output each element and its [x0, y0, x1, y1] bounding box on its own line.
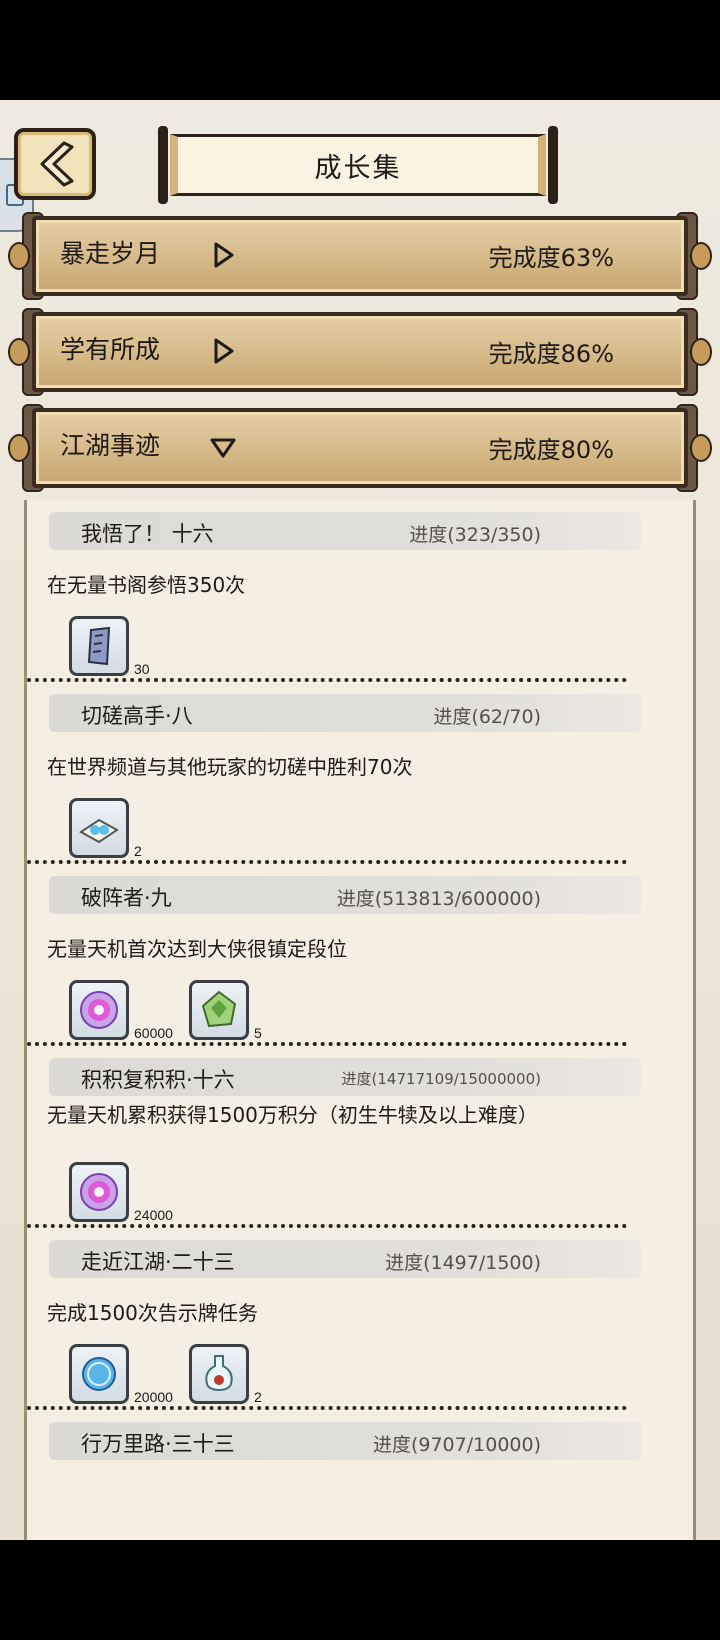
achievement-description: 完成1500次告示牌任务 [47, 1301, 258, 1325]
achievement-item: 我悟了！ 十六 进度(323/350) 在无量书阁参悟350次 30 [27, 500, 693, 682]
achievement-item: 切磋高手·八 进度(62/70) 在世界频道与其他玩家的切磋中胜利70次 2 [27, 682, 693, 864]
jade-pearl-cloth-icon [79, 818, 119, 844]
achievement-description: 在世界频道与其他玩家的切磋中胜利70次 [47, 755, 413, 779]
reward-count: 20000 [134, 1389, 173, 1405]
achievement-header: 行万里路·三十三 进度(9707/10000) [49, 1422, 641, 1460]
navigation-bar [0, 1540, 720, 1640]
back-arrow-icon [40, 141, 74, 187]
reward-count: 2 [254, 1389, 262, 1405]
category-banner[interactable]: 暴走岁月 完成度63% [8, 212, 712, 300]
reward-count: 5 [254, 1025, 262, 1041]
achievement-header: 破阵者·九 进度(513813/600000) [49, 876, 641, 914]
scroll-fragment-icon [87, 626, 111, 666]
achievement-progress: 进度(9707/10000) [372, 1434, 541, 1456]
achievement-name: 走近江湖·二十三 [81, 1250, 235, 1274]
achievement-name: 我悟了！ 十六 [81, 522, 214, 546]
category-name: 暴走岁月 [60, 239, 161, 268]
category-name: 学有所成 [60, 335, 161, 364]
status-bar [0, 0, 720, 100]
achievement-item: 走近江湖·二十三 进度(1497/1500) 完成1500次告示牌任务 2000… [27, 1228, 693, 1410]
category-banner[interactable]: 江湖事迹 完成度80% [8, 404, 712, 492]
reward-item[interactable]: 30 [69, 616, 150, 677]
expand-arrow-icon[interactable] [208, 336, 238, 366]
green-crystal-icon [201, 990, 237, 1028]
reward-item[interactable]: 2 [189, 1344, 262, 1405]
back-button[interactable] [14, 128, 96, 200]
achievement-progress: 进度(14717109/15000000) [341, 1070, 541, 1088]
reward-item[interactable]: 5 [189, 980, 262, 1041]
achievement-header: 切磋高手·八 进度(62/70) [49, 694, 641, 732]
achievement-description: 无量天机首次达到大侠很镇定段位 [47, 937, 347, 961]
potion-bottle-icon [205, 1355, 233, 1391]
reward-item[interactable]: 2 [69, 798, 142, 859]
achievement-name: 积积复积积·十六 [81, 1068, 235, 1092]
collapse-arrow-icon[interactable] [208, 432, 238, 462]
reward-count: 2 [134, 843, 142, 859]
achievement-header: 我悟了！ 十六 进度(323/350) [49, 512, 641, 550]
achievement-header: 积积复积积·十六 进度(14717109/15000000) [49, 1058, 641, 1096]
blue-coin-icon [82, 1357, 116, 1391]
category-completion: 完成度86% [488, 340, 614, 368]
achievement-name: 行万里路·三十三 [81, 1432, 235, 1456]
reward-item[interactable]: 60000 [69, 980, 173, 1041]
category-banner[interactable]: 学有所成 完成度86% [8, 308, 712, 396]
expand-arrow-icon[interactable] [208, 240, 238, 270]
title-scroll: 成长集 [158, 126, 558, 204]
game-screen: 成长集 暴走岁月 完成度63% 学有所成 完成度86% 江湖事迹 完成度80% … [0, 100, 720, 1540]
achievement-progress: 进度(62/70) [433, 706, 541, 728]
reward-item[interactable]: 24000 [69, 1162, 173, 1223]
category-completion: 完成度80% [488, 436, 614, 464]
achievement-progress: 进度(323/350) [409, 524, 541, 546]
page-title: 成长集 [314, 152, 402, 184]
achievement-list[interactable]: 我悟了！ 十六 进度(323/350) 在无量书阁参悟350次 30 切磋高手·… [24, 500, 696, 1540]
reward-count: 60000 [134, 1025, 173, 1041]
reward-item[interactable]: 20000 [69, 1344, 173, 1405]
category-completion: 完成度63% [488, 244, 614, 272]
purple-orb-icon [80, 991, 118, 1029]
purple-orb-icon [80, 1173, 118, 1211]
achievement-progress: 进度(1497/1500) [385, 1252, 541, 1274]
achievement-item: 破阵者·九 进度(513813/600000) 无量天机首次达到大侠很镇定段位 … [27, 864, 693, 1046]
achievement-item: 行万里路·三十三 进度(9707/10000) [27, 1410, 693, 1540]
achievement-item: 积积复积积·十六 进度(14717109/15000000) 无量天机累积获得1… [27, 1046, 693, 1228]
achievement-name: 切磋高手·八 [81, 704, 193, 728]
achievement-header: 走近江湖·二十三 进度(1497/1500) [49, 1240, 641, 1278]
reward-count: 30 [134, 661, 150, 677]
achievement-description: 无量天机累积获得1500万积分（初生牛犊及以上难度） [47, 1103, 538, 1127]
achievement-description: 在无量书阁参悟350次 [47, 573, 246, 597]
achievement-progress: 进度(513813/600000) [336, 888, 541, 910]
reward-count: 24000 [134, 1207, 173, 1223]
category-name: 江湖事迹 [60, 431, 161, 460]
achievement-name: 破阵者·九 [81, 886, 172, 910]
